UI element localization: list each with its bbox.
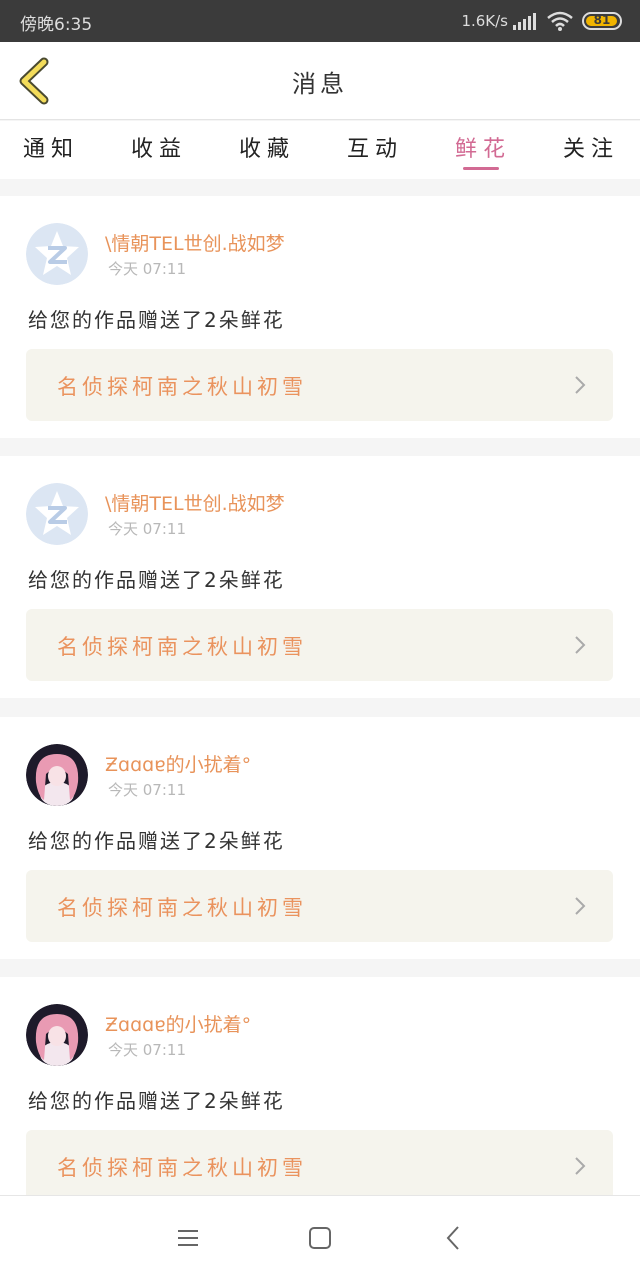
chevron-right-icon — [575, 636, 586, 654]
app-bar: 消息 — [0, 42, 640, 120]
work-link[interactable]: 名侦探柯南之秋山初雪 — [26, 349, 613, 421]
message-time: 今天 07:11 — [108, 520, 186, 538]
tab-bar: 通知 收益 收藏 互动 鲜花 关注 — [0, 121, 640, 179]
message-time: 今天 07:11 — [108, 260, 186, 278]
message-card: Ƶɑɑɑɐ的小扰着° 今天 07:11 给您的作品赠送了2朵鲜花 名侦探柯南之秋… — [0, 977, 640, 1219]
tab-favorites[interactable]: 收藏 — [222, 131, 312, 163]
work-title: 名侦探柯南之秋山初雪 — [57, 1156, 307, 1180]
system-nav-bar — [0, 1195, 640, 1280]
network-speed: 1.6K/s — [461, 12, 508, 30]
message-card: Ƶɑɑɑɐ的小扰着° 今天 07:11 给您的作品赠送了2朵鲜花 名侦探柯南之秋… — [0, 717, 640, 959]
work-link[interactable]: 名侦探柯南之秋山初雪 — [26, 870, 613, 942]
message-time: 今天 07:11 — [108, 781, 186, 799]
message-time: 今天 07:11 — [108, 1041, 186, 1059]
sender-name[interactable]: Ƶɑɑɑɐ的小扰着° — [105, 1010, 251, 1037]
default-qzone-icon[interactable] — [26, 483, 88, 545]
active-tab-indicator — [463, 167, 499, 170]
page-title: 消息 — [292, 70, 348, 98]
message-text: 给您的作品赠送了2朵鲜花 — [28, 308, 285, 332]
status-time: 傍晚6:35 — [20, 15, 93, 35]
work-title: 名侦探柯南之秋山初雪 — [57, 635, 307, 659]
work-link[interactable]: 名侦探柯南之秋山初雪 — [26, 609, 613, 681]
sender-name[interactable]: \情朝TEL世创.战如梦 — [105, 229, 285, 256]
message-card: \情朝TEL世创.战如梦 今天 07:11 给您的作品赠送了2朵鲜花 名侦探柯南… — [0, 196, 640, 438]
tab-flowers[interactable]: 鲜花 — [438, 131, 528, 163]
battery-level: 81 — [593, 13, 611, 27]
work-title: 名侦探柯南之秋山初雪 — [57, 896, 307, 920]
tab-earnings[interactable]: 收益 — [114, 131, 204, 163]
chevron-right-icon — [575, 1157, 586, 1175]
battery-icon: 81 — [582, 12, 622, 30]
sender-name[interactable]: \情朝TEL世创.战如梦 — [105, 489, 285, 516]
menu-icon[interactable] — [172, 1224, 204, 1252]
default-qzone-icon[interactable] — [26, 223, 88, 285]
tab-notifications[interactable]: 通知 — [6, 131, 96, 163]
chevron-right-icon — [575, 376, 586, 394]
message-text: 给您的作品赠送了2朵鲜花 — [28, 568, 285, 592]
anime-girl-avatar[interactable] — [26, 1004, 88, 1066]
status-bar: 傍晚6:35 1.6K/s 81 — [0, 0, 640, 42]
work-link[interactable]: 名侦探柯南之秋山初雪 — [26, 1130, 613, 1202]
chevron-right-icon — [575, 897, 586, 915]
back-nav-icon[interactable] — [438, 1224, 470, 1252]
message-text: 给您的作品赠送了2朵鲜花 — [28, 829, 285, 853]
message-text: 给您的作品赠送了2朵鲜花 — [28, 1089, 285, 1113]
message-card: \情朝TEL世创.战如梦 今天 07:11 给您的作品赠送了2朵鲜花 名侦探柯南… — [0, 456, 640, 698]
signal-icon — [513, 13, 537, 30]
home-icon[interactable] — [304, 1224, 336, 1252]
tab-following[interactable]: 关注 — [546, 131, 636, 163]
tab-interactions[interactable]: 互动 — [330, 131, 420, 163]
wifi-icon — [547, 11, 573, 31]
sender-name[interactable]: Ƶɑɑɑɐ的小扰着° — [105, 750, 251, 777]
anime-girl-avatar[interactable] — [26, 744, 88, 806]
work-title: 名侦探柯南之秋山初雪 — [57, 375, 307, 399]
